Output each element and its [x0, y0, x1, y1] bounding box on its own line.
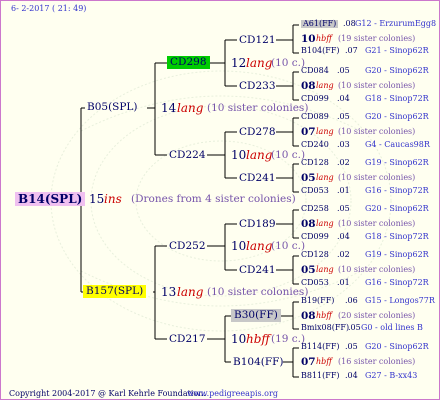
gen4-year: .05 — [348, 323, 361, 332]
gen4-info: G19 - Sinop62R — [365, 250, 429, 259]
gen4-year: .01 — [337, 186, 350, 195]
gen4-info: G16 - Sinop72R — [365, 278, 429, 287]
gen4-year: .07 — [345, 46, 358, 55]
gen2-cd252-breed: lang — [246, 239, 273, 253]
gen4-year: .05 — [337, 66, 350, 75]
gen3-b104[interactable]: B104(FF) — [233, 357, 284, 368]
gen2-cd217-note: (19 c.) — [271, 333, 306, 345]
root-queen[interactable]: B14(SPL) — [15, 192, 86, 206]
gen2-cd224-breed: lang — [246, 148, 273, 162]
gen1-b05-note: (10 sister colonies) — [207, 102, 309, 114]
gen2-cd224-generation: 10 — [231, 148, 247, 162]
gen3-cd189[interactable]: CD189 — [239, 219, 276, 230]
gen1-b157-generation: 13 — [161, 285, 177, 299]
root-breed: ins — [104, 192, 122, 206]
gen4-year: .06 — [345, 296, 358, 305]
gen4-info: G20 - Sinop62R — [365, 112, 429, 121]
gen3-b30[interactable]: B30(FF) — [231, 309, 281, 322]
gen3-cd233[interactable]: CD233 — [239, 81, 276, 92]
gen4-queen-name[interactable]: CD053 — [301, 187, 329, 195]
gen4-year: .05 — [345, 342, 358, 351]
gen1-b05[interactable]: B05(SPL) — [87, 102, 138, 113]
gen4-year: .05 — [337, 112, 350, 121]
gen4-year: .04 — [345, 371, 358, 380]
gen4-queen-name[interactable]: CD099 — [301, 233, 329, 241]
gen4-year: .05 — [337, 204, 350, 213]
gen1-b157-breed: lang — [177, 285, 204, 299]
gen2-cd298-generation: 12 — [231, 56, 247, 70]
gen2-cd217-generation: 10 — [231, 332, 247, 346]
gen4-queen-name[interactable]: CD053 — [301, 279, 329, 287]
gen4-queen-name[interactable]: CD084 — [301, 67, 329, 75]
gen3-cd121[interactable]: CD121 — [239, 35, 276, 46]
gen4-year: .04 — [337, 232, 350, 241]
gen4-queen-name[interactable]: CD128 — [301, 251, 329, 259]
gen2-cd217-breed: hbff — [246, 332, 270, 346]
gen2-cd298-note: (10 c.) — [271, 57, 306, 69]
gen1-b05-breed: lang — [177, 101, 204, 115]
gen4-info: G12 - ErzurumEgg8 — [355, 19, 437, 28]
gen4-info: G20 - Sinop62R — [365, 66, 429, 75]
gen4-year: .08 — [343, 19, 356, 28]
gen4-info: G0 - old lines B — [361, 323, 423, 332]
gen4-queen-name[interactable]: CD128 — [301, 159, 329, 167]
gen4-queen-name[interactable]: B811(FF) — [301, 372, 340, 380]
gen4-queen-name[interactable]: Bmix08(FF) — [301, 324, 349, 332]
gen4-year: .03 — [337, 140, 350, 149]
gen4-info: G15 - Longos77R — [365, 296, 435, 305]
gen4-queen-name[interactable]: CD258 — [301, 205, 329, 213]
gen4-queen-name[interactable]: A61(FF) — [301, 20, 339, 28]
gen1-b05-generation: 14 — [161, 101, 177, 115]
gen4-info: G4 - Caucas98R — [365, 140, 430, 149]
gen2-cd224-note: (10 c.) — [271, 149, 306, 161]
gen4-year: .02 — [337, 158, 350, 167]
gen4-info: G20 - Sinop62R — [365, 204, 429, 213]
root-generation: 15 — [89, 192, 105, 206]
root-drones-note: (Drones from 4 sister colonies) — [131, 193, 296, 205]
gen2-cd298-breed: lang — [246, 56, 273, 70]
gen3-cd241b[interactable]: CD241 — [239, 265, 276, 276]
gen4-info: G18 - Sinop72R — [365, 232, 429, 241]
gen3-cd278[interactable]: CD278 — [239, 127, 276, 138]
gen4-queen-name[interactable]: B19(FF) — [301, 297, 334, 305]
gen2-cd217[interactable]: CD217 — [169, 334, 206, 345]
gen4-info: G16 - Sinop72R — [365, 186, 429, 195]
gen4-year: .02 — [337, 250, 350, 259]
gen4-year: .04 — [337, 94, 350, 103]
gen1-b157-note: (10 sister colonies) — [207, 286, 309, 298]
gen4-info: G21 - Sinop62R — [365, 46, 429, 55]
gen1-b157[interactable]: B157(SPL) — [83, 285, 147, 298]
footer-url[interactable]: www.pedigreeapis.org — [187, 390, 278, 398]
gen4-info: G27 - B-xx43 — [365, 371, 418, 380]
pedigree-frame: 6- 2-2017 ( 21: 49) B14(SPL) 15 ins (Dro… — [0, 0, 440, 400]
gen4-info: G20 - Sinop62R — [365, 342, 429, 351]
gen3-cd241a[interactable]: CD241 — [239, 173, 276, 184]
footer-copyright: Copyright 2004-2017 @ Karl Kehrle Founda… — [9, 389, 206, 398]
gen2-cd252-generation: 10 — [231, 239, 247, 253]
gen4-info: G19 - Sinop62R — [365, 158, 429, 167]
gen4-queen-name[interactable]: CD240 — [301, 141, 329, 149]
gen4-queen-name[interactable]: B114(FF) — [301, 343, 340, 351]
gen2-cd298[interactable]: CD298 — [167, 56, 210, 69]
gen4-info: G18 - Sinop72R — [365, 94, 429, 103]
gen4-queen-name[interactable]: CD089 — [301, 113, 329, 121]
gen2-cd224[interactable]: CD224 — [169, 150, 206, 161]
header-date: 6- 2-2017 ( 21: 49) — [11, 4, 87, 13]
gen2-cd252-note: (10 c.) — [271, 240, 306, 252]
gen2-cd252[interactable]: CD252 — [169, 241, 206, 252]
gen4-queen-name[interactable]: B104(FF) — [301, 47, 340, 55]
gen4-year: .01 — [337, 278, 350, 287]
gen4-queen-name[interactable]: CD099 — [301, 95, 329, 103]
